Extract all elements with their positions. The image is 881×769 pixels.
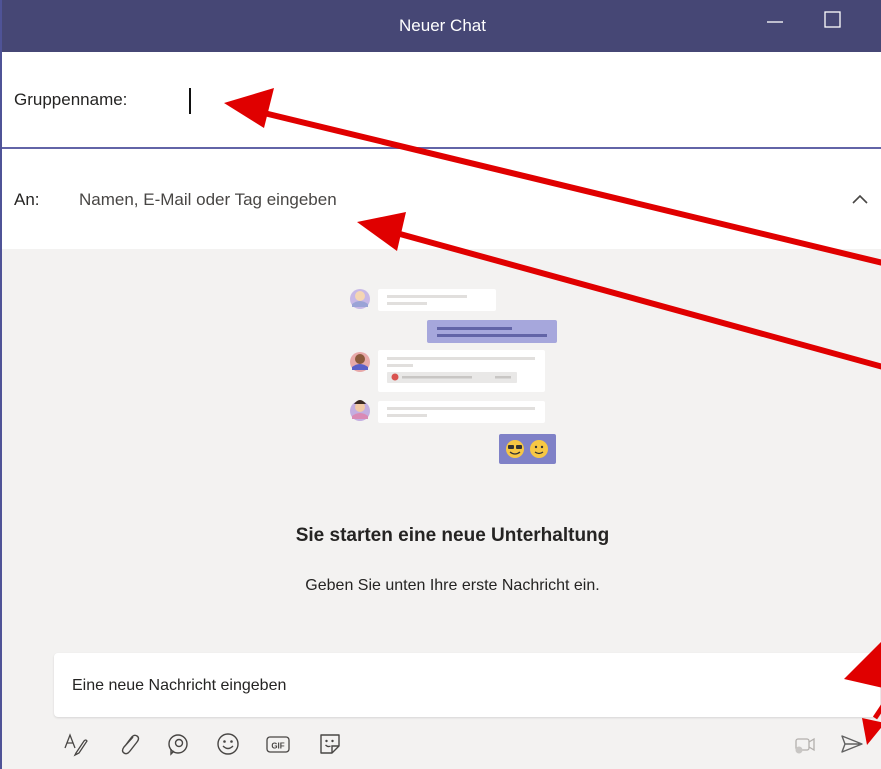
- minimize-button[interactable]: [755, 8, 795, 44]
- send-button[interactable]: [838, 730, 866, 758]
- emoji-button[interactable]: [214, 730, 242, 758]
- gif-icon: GIF: [266, 736, 290, 753]
- conversation-subtitle: Geben Sie unten Ihre erste Nachricht ein…: [305, 577, 600, 594]
- maximize-button[interactable]: [813, 8, 853, 44]
- recipients-input[interactable]: [79, 186, 779, 214]
- gif-label: GIF: [271, 742, 284, 751]
- recipients-row: An:: [2, 149, 881, 249]
- title-bar: Neuer Chat: [2, 0, 881, 52]
- minimize-icon: [767, 21, 783, 23]
- gif-button[interactable]: GIF: [264, 730, 292, 758]
- meet-now-icon: [795, 737, 815, 754]
- format-button[interactable]: [62, 730, 90, 758]
- maximize-icon: [824, 11, 841, 28]
- compose-toolbar: GIF: [2, 724, 881, 764]
- sticker-button[interactable]: [316, 730, 344, 758]
- send-icon: [841, 735, 863, 753]
- new-conversation-illustration: [350, 289, 557, 464]
- compose-box[interactable]: [54, 653, 880, 717]
- chevron-up-icon[interactable]: [848, 188, 872, 212]
- attach-icon: [121, 734, 140, 755]
- attach-button[interactable]: [115, 730, 143, 758]
- meet-now-button[interactable]: [791, 730, 819, 758]
- window-title: Neuer Chat: [399, 16, 486, 35]
- text-caret: [189, 88, 191, 114]
- sticker-icon: [320, 734, 340, 754]
- conversation-area: Sie starten eine neue Unterhaltung Geben…: [2, 249, 881, 769]
- conversation-title: Sie starten eine neue Unterhaltung: [295, 525, 610, 546]
- loop-icon: [168, 734, 188, 756]
- group-name-row: Gruppenname:: [2, 52, 881, 149]
- new-chat-window: Neuer Chat Gruppenname: An: Namen, E-Mai…: [0, 0, 881, 769]
- emoji-icon: [217, 733, 239, 755]
- to-label: An:: [14, 190, 40, 209]
- loop-button[interactable]: [164, 730, 192, 758]
- group-name-label: Gruppenname:: [14, 90, 128, 109]
- format-icon: [64, 733, 88, 757]
- message-input[interactable]: [72, 673, 832, 699]
- group-name-input[interactable]: [186, 86, 846, 114]
